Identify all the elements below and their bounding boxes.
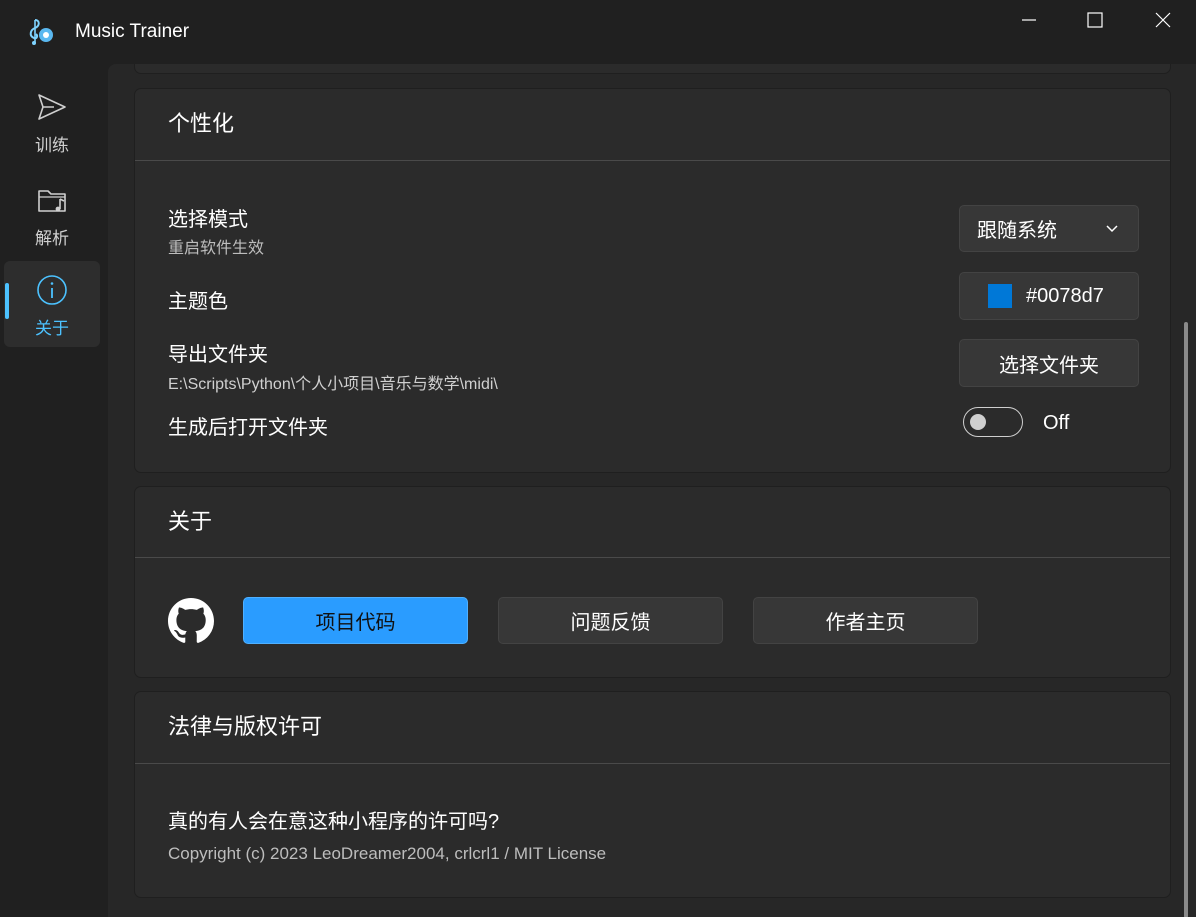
- export-folder-path: E:\Scripts\Python\个人小项目\音乐与数学\midi\: [168, 376, 498, 393]
- app-title: Music Trainer: [75, 21, 190, 42]
- maximize-icon: [1087, 12, 1103, 28]
- mode-label: 选择模式: [168, 209, 248, 231]
- personalization-title: 个性化: [135, 89, 1170, 161]
- minimize-icon: [1022, 19, 1036, 21]
- sidebar: 训练 解析 关于: [0, 64, 108, 917]
- copyright-text: Copyright (c) 2023 LeoDreamer2004, crlcr…: [168, 844, 607, 863]
- sidebar-item-analyze[interactable]: 解析: [4, 171, 100, 257]
- close-icon: [1155, 12, 1171, 28]
- send-icon: [38, 94, 66, 120]
- toggle-state-label: Off: [1043, 412, 1070, 434]
- chevron-down-icon: [1106, 225, 1118, 233]
- legal-title: 法律与版权许可: [135, 692, 1170, 764]
- sidebar-item-about[interactable]: 关于: [4, 261, 100, 347]
- about-card: 关于 项目代码 问题反馈 作者主页: [134, 486, 1171, 678]
- open-after-toggle[interactable]: [963, 407, 1023, 437]
- open-after-label: 生成后打开文件夹: [168, 417, 328, 439]
- theme-color-value: #0078d7: [1026, 284, 1104, 307]
- title-bar: Music Trainer: [0, 0, 1196, 64]
- sidebar-item-label: 训练: [35, 136, 69, 155]
- settings-content[interactable]: 个性化 选择模式 重启软件生效 跟随系统 主题色 #0078d7 导出文件夹 E…: [108, 64, 1196, 917]
- sidebar-item-label: 关于: [35, 319, 69, 338]
- project-code-button[interactable]: 项目代码: [243, 597, 468, 644]
- info-icon: [37, 275, 67, 305]
- legal-card: 法律与版权许可 真的有人会在意这种小程序的许可吗? Copyright (c) …: [134, 691, 1171, 898]
- color-swatch: [988, 284, 1012, 308]
- mode-dropdown[interactable]: 跟随系统: [959, 205, 1139, 252]
- license-question: 真的有人会在意这种小程序的许可吗?: [168, 811, 500, 833]
- theme-color-button[interactable]: #0078d7: [959, 272, 1139, 320]
- vertical-scrollbar[interactable]: [1184, 322, 1188, 917]
- mode-description: 重启软件生效: [168, 240, 265, 257]
- previous-card: [134, 64, 1171, 74]
- author-homepage-button[interactable]: 作者主页: [753, 597, 978, 644]
- about-title: 关于: [135, 487, 1170, 558]
- app-logo-icon: [29, 19, 53, 45]
- export-folder-label: 导出文件夹: [168, 344, 268, 366]
- toggle-knob: [970, 414, 986, 430]
- choose-folder-button[interactable]: 选择文件夹: [959, 339, 1139, 387]
- personalization-card: 个性化 选择模式 重启软件生效 跟随系统 主题色 #0078d7 导出文件夹 E…: [134, 88, 1171, 473]
- theme-color-label: 主题色: [168, 291, 228, 313]
- music-folder-icon: [38, 190, 66, 212]
- maximize-button[interactable]: [1062, 0, 1128, 40]
- sidebar-item-label: 解析: [35, 229, 69, 248]
- sidebar-item-train[interactable]: 训练: [4, 78, 100, 164]
- feedback-button[interactable]: 问题反馈: [498, 597, 723, 644]
- minimize-button[interactable]: [996, 0, 1062, 40]
- mode-selected-value: 跟随系统: [977, 220, 1057, 242]
- github-icon: [168, 598, 214, 643]
- close-button[interactable]: [1130, 0, 1196, 40]
